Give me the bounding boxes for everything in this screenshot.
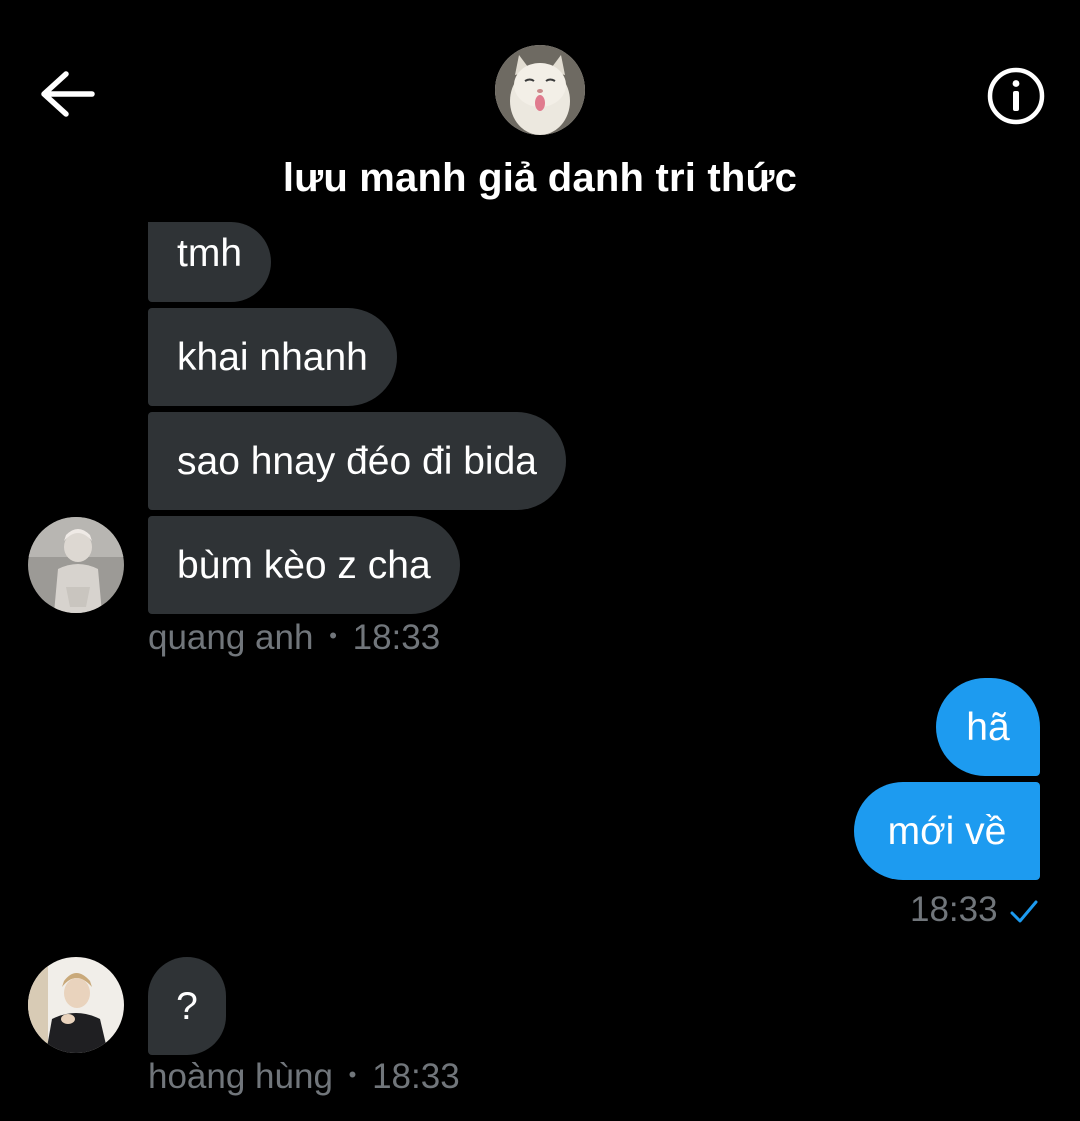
message-time: 18:33 (352, 618, 441, 657)
info-circle-icon (987, 67, 1045, 125)
message-meta: quang anh • 18:33 (148, 618, 440, 658)
message-bubble[interactable]: ? (148, 957, 226, 1055)
group-avatar[interactable] (495, 45, 585, 135)
message-bubble[interactable]: bùm kèo z cha (148, 516, 460, 614)
meta-separator: • (348, 1062, 357, 1087)
message-time: 18:33 (910, 890, 998, 929)
message-meta: hoàng hùng • 18:33 (148, 1057, 460, 1097)
chat-title: lưu manh giả danh tri thức (282, 156, 798, 200)
message-bubble[interactable]: hã (936, 678, 1040, 776)
sender-avatar[interactable] (28, 517, 124, 613)
message-bubble[interactable]: khai nhanh (148, 308, 397, 406)
sender-name: hoàng hùng (148, 1057, 333, 1096)
message-bubble[interactable]: mới về (854, 782, 1040, 880)
avatar-image (28, 957, 124, 1053)
message-time: 18:33 (372, 1057, 460, 1096)
message-bubble[interactable]: tmh (148, 222, 272, 302)
avatar-image (28, 517, 124, 613)
info-button[interactable] (986, 66, 1046, 126)
message-bubble[interactable]: sao hnay đéo đi bida (148, 412, 566, 510)
arrow-left-icon (41, 71, 95, 117)
sender-name: quang anh (148, 618, 314, 657)
checkmark-sent-icon (1010, 900, 1038, 923)
meta-separator: • (329, 623, 337, 648)
sender-avatar[interactable] (28, 957, 124, 1053)
cat-avatar-image (495, 45, 585, 135)
back-button[interactable] (38, 66, 98, 122)
